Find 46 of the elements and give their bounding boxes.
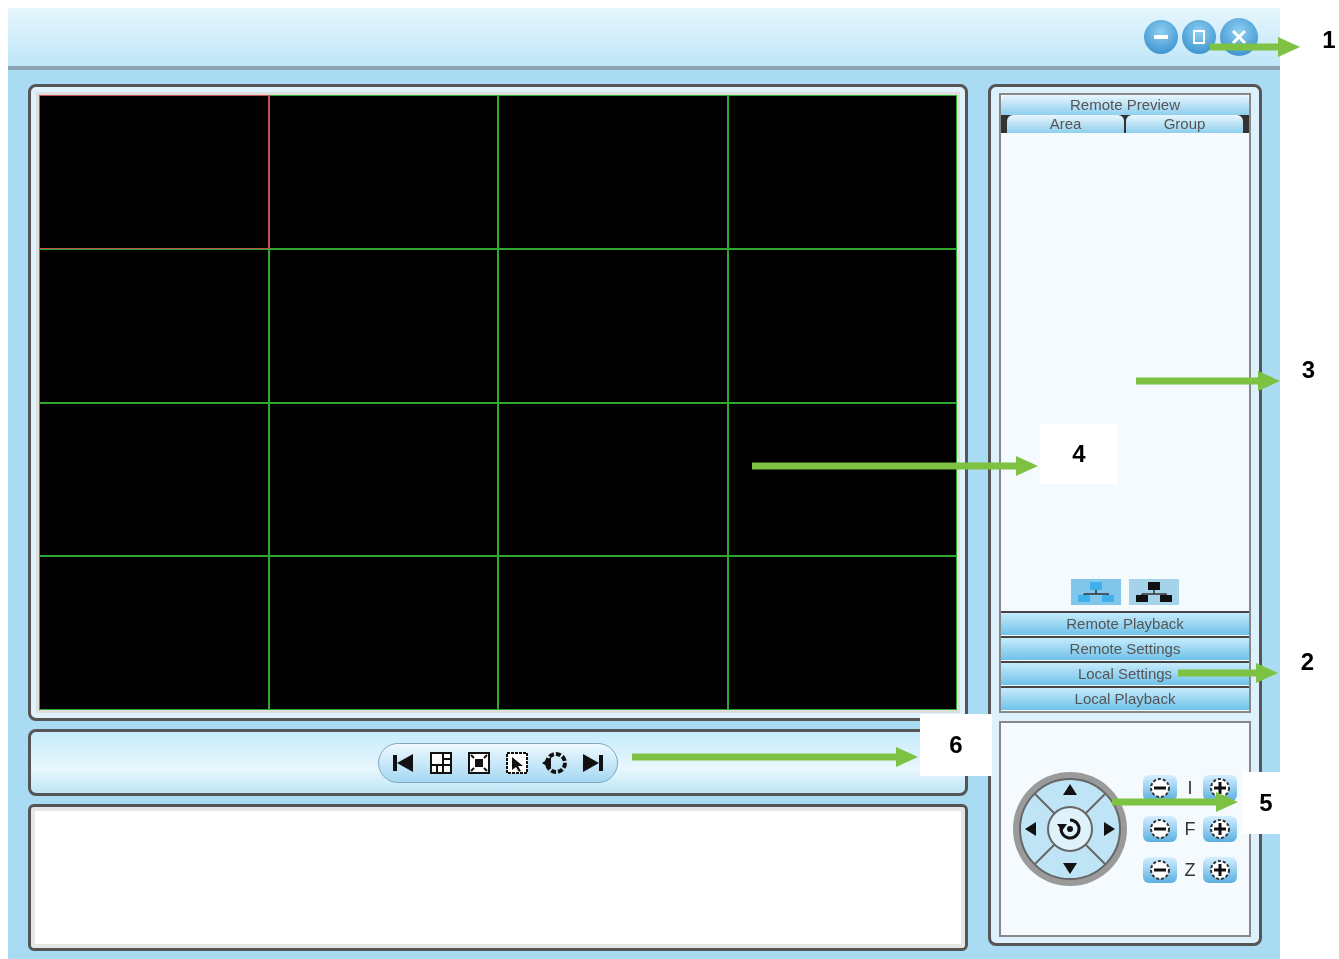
callout-number: 4 <box>1040 424 1118 484</box>
zoom-out-button[interactable] <box>1143 775 1177 801</box>
zoom-in-button[interactable] <box>1203 857 1237 883</box>
minimize-icon <box>1154 35 1168 39</box>
view-button[interactable] <box>1129 579 1179 605</box>
zoom-out-button[interactable] <box>1143 816 1177 842</box>
video-cell[interactable] <box>39 95 269 249</box>
callout-number: 6 <box>920 714 992 776</box>
network-icon <box>1076 581 1116 603</box>
restore-button[interactable] <box>1182 20 1216 54</box>
menu-button[interactable]: Remote Settings <box>1001 636 1249 660</box>
video-cell[interactable] <box>268 556 498 710</box>
video-cell[interactable] <box>39 248 269 403</box>
minus-icon <box>1149 859 1171 881</box>
zoom-in-button[interactable] <box>1203 816 1237 842</box>
direction-pad[interactable] <box>1011 770 1129 888</box>
menu-button[interactable]: Local Settings <box>1001 661 1249 685</box>
video-cell[interactable] <box>498 556 728 710</box>
close-icon <box>1229 27 1249 47</box>
video-cell[interactable] <box>268 402 498 557</box>
plus-icon <box>1209 818 1231 840</box>
plus-icon <box>1209 859 1231 881</box>
ptz-label: Z <box>1183 858 1197 882</box>
zoom-out-button[interactable] <box>1143 857 1177 883</box>
video-cell[interactable] <box>498 402 728 557</box>
ptz-label: F <box>1183 817 1197 841</box>
video-cell[interactable] <box>727 402 957 557</box>
network-icon <box>1134 581 1174 603</box>
panel-header: Remote Preview <box>1001 95 1249 115</box>
tab[interactable]: Group <box>1126 115 1243 133</box>
video-cell[interactable] <box>498 248 728 403</box>
minus-icon <box>1149 818 1171 840</box>
minimize-button[interactable] <box>1144 20 1178 54</box>
video-cell[interactable] <box>39 402 269 557</box>
minus-icon <box>1149 777 1171 799</box>
tab[interactable]: Area <box>1007 115 1124 133</box>
video-cell[interactable] <box>39 556 269 710</box>
video-cell[interactable] <box>727 248 957 403</box>
video-cell[interactable] <box>727 556 957 710</box>
ptz-label: I <box>1186 776 1194 800</box>
menu-button[interactable]: Remote Playback <box>1001 611 1249 635</box>
video-cell[interactable] <box>268 248 498 403</box>
video-cell[interactable] <box>498 95 728 249</box>
menu-button[interactable]: Local Playback <box>1001 686 1249 710</box>
video-cell[interactable] <box>727 95 957 249</box>
video-cell[interactable] <box>268 95 498 249</box>
